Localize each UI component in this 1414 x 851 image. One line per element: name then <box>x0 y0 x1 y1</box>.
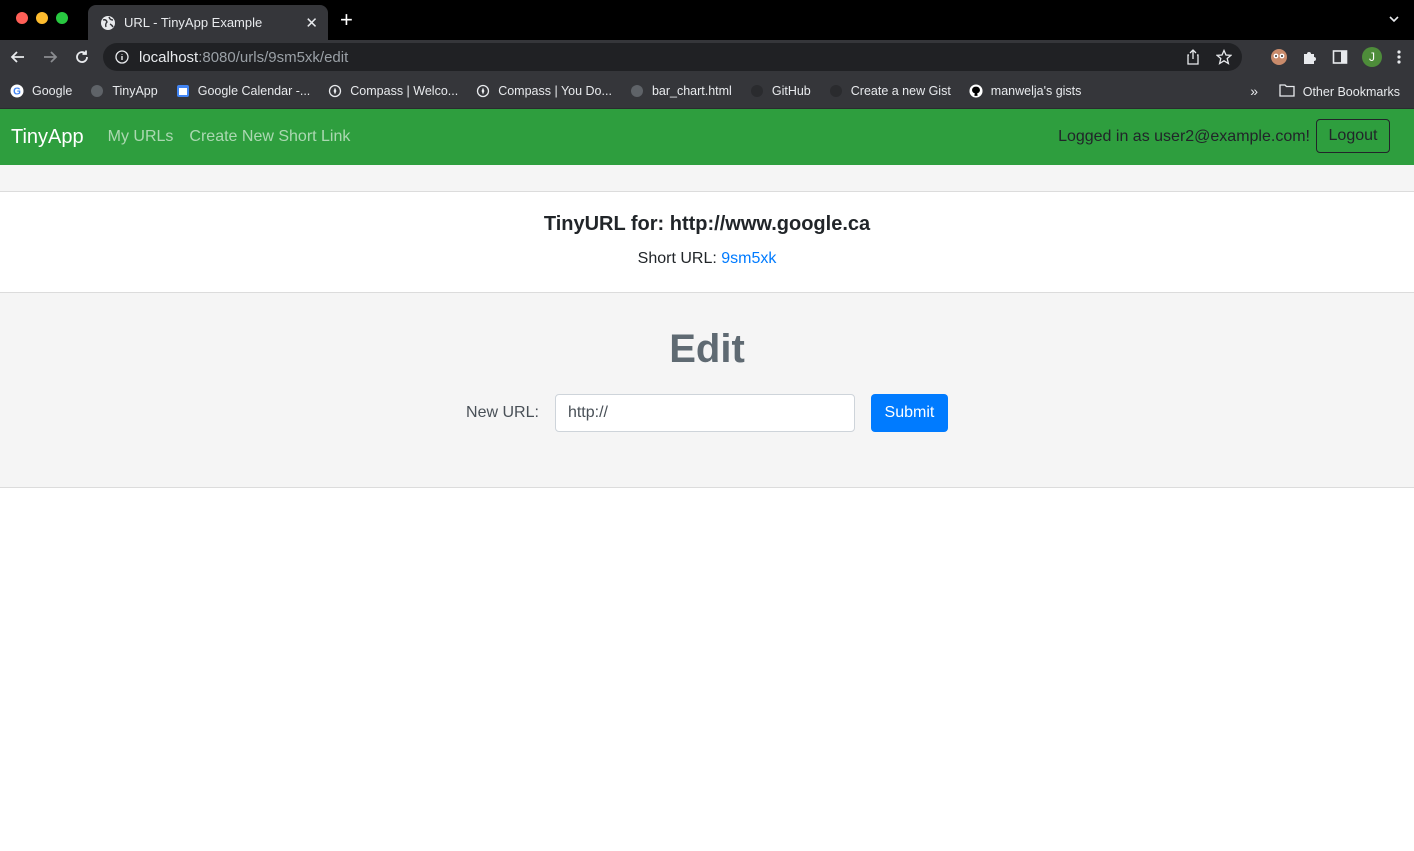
calendar-icon <box>176 84 190 98</box>
globe-icon <box>90 84 104 98</box>
submit-button[interactable]: Submit <box>870 394 948 432</box>
tab-title: URL - TinyApp Example <box>124 15 263 30</box>
bookmark-create-gist[interactable]: Create a new Gist <box>829 84 951 98</box>
close-tab-icon[interactable]: ✕ <box>305 14 318 32</box>
new-tab-button[interactable]: + <box>340 8 353 32</box>
bookmarks-bar: G Google TinyApp Google Calendar -... Co… <box>0 74 1414 109</box>
other-bookmarks[interactable]: Other Bookmarks <box>1279 83 1400 100</box>
brand-link[interactable]: TinyApp <box>11 126 84 149</box>
google-icon: G <box>10 84 24 98</box>
browser-tabstrip: URL - TinyApp Example ✕ + <box>0 0 1414 40</box>
forward-button[interactable] <box>42 49 58 65</box>
address-bar[interactable]: localhost:8080/urls/9sm5xk/edit <box>103 43 1242 71</box>
new-url-input[interactable] <box>554 394 855 432</box>
address-url: localhost:8080/urls/9sm5xk/edit <box>139 48 349 66</box>
bookmark-bar-chart[interactable]: bar_chart.html <box>630 84 732 98</box>
compass-icon <box>328 84 342 98</box>
app-navbar: TinyApp My URLs Create New Short Link Lo… <box>0 109 1414 165</box>
chevron-down-icon[interactable] <box>1388 13 1400 25</box>
bookmark-tinyapp[interactable]: TinyApp <box>90 84 158 98</box>
profile-avatar[interactable]: J <box>1362 47 1382 67</box>
github-icon <box>829 84 843 98</box>
url-card: TinyURL for: http://www.google.ca Short … <box>0 192 1414 293</box>
kebab-menu-icon[interactable] <box>1396 49 1402 65</box>
short-url-line: Short URL: 9sm5xk <box>0 250 1414 268</box>
bookmarks-overflow-button[interactable]: » <box>1250 83 1258 99</box>
card-title: TinyURL for: http://www.google.ca <box>543 213 871 235</box>
reload-icon <box>76 50 88 63</box>
svg-text:G: G <box>13 87 21 98</box>
globe-icon <box>101 15 115 30</box>
minimize-window-button[interactable] <box>36 12 48 24</box>
short-url-label: Short URL: <box>637 250 717 267</box>
login-status: Logged in as user2@example.com! <box>1058 128 1310 145</box>
bookmark-google-calendar[interactable]: Google Calendar -... <box>176 84 310 98</box>
nav-my-urls[interactable]: My URLs <box>108 128 174 146</box>
browser-tab[interactable]: URL - TinyApp Example ✕ <box>88 5 328 40</box>
bookmark-github[interactable]: GitHub <box>750 84 811 98</box>
share-icon[interactable] <box>1186 49 1200 65</box>
extension-avatar-icon[interactable] <box>1270 48 1288 66</box>
arrow-left-icon <box>10 51 24 63</box>
nav-create-short-link[interactable]: Create New Short Link <box>189 128 350 146</box>
maximize-window-button[interactable] <box>56 12 68 24</box>
puzzle-icon[interactable] <box>1302 49 1318 65</box>
globe-icon <box>630 84 644 98</box>
short-url-link[interactable]: 9sm5xk <box>721 250 776 267</box>
bookmark-google[interactable]: G Google <box>10 84 72 98</box>
edit-section: Edit New URL: Submit <box>0 293 1414 488</box>
new-url-label: New URL: <box>466 404 539 421</box>
edit-form: New URL: Submit <box>0 394 1414 432</box>
header-spacer <box>0 165 1414 192</box>
close-window-button[interactable] <box>16 12 28 24</box>
browser-toolbar: localhost:8080/urls/9sm5xk/edit J <box>0 40 1414 74</box>
sidebar-icon[interactable] <box>1332 49 1348 65</box>
reload-button[interactable] <box>74 49 90 65</box>
folder-icon <box>1279 83 1295 100</box>
info-icon[interactable] <box>115 50 129 64</box>
bookmark-manwelja-gists[interactable]: manwelja's gists <box>969 84 1081 98</box>
arrow-right-icon <box>44 51 58 63</box>
bookmark-compass-welcome[interactable]: Compass | Welco... <box>328 84 458 98</box>
github-icon <box>969 84 983 98</box>
back-button[interactable] <box>10 49 26 65</box>
edit-heading: Edit <box>669 327 745 371</box>
compass-icon <box>476 84 490 98</box>
bookmark-compass-you-do[interactable]: Compass | You Do... <box>476 84 612 98</box>
star-icon[interactable] <box>1216 49 1232 65</box>
logout-button[interactable]: Logout <box>1316 119 1390 153</box>
github-icon <box>750 84 764 98</box>
